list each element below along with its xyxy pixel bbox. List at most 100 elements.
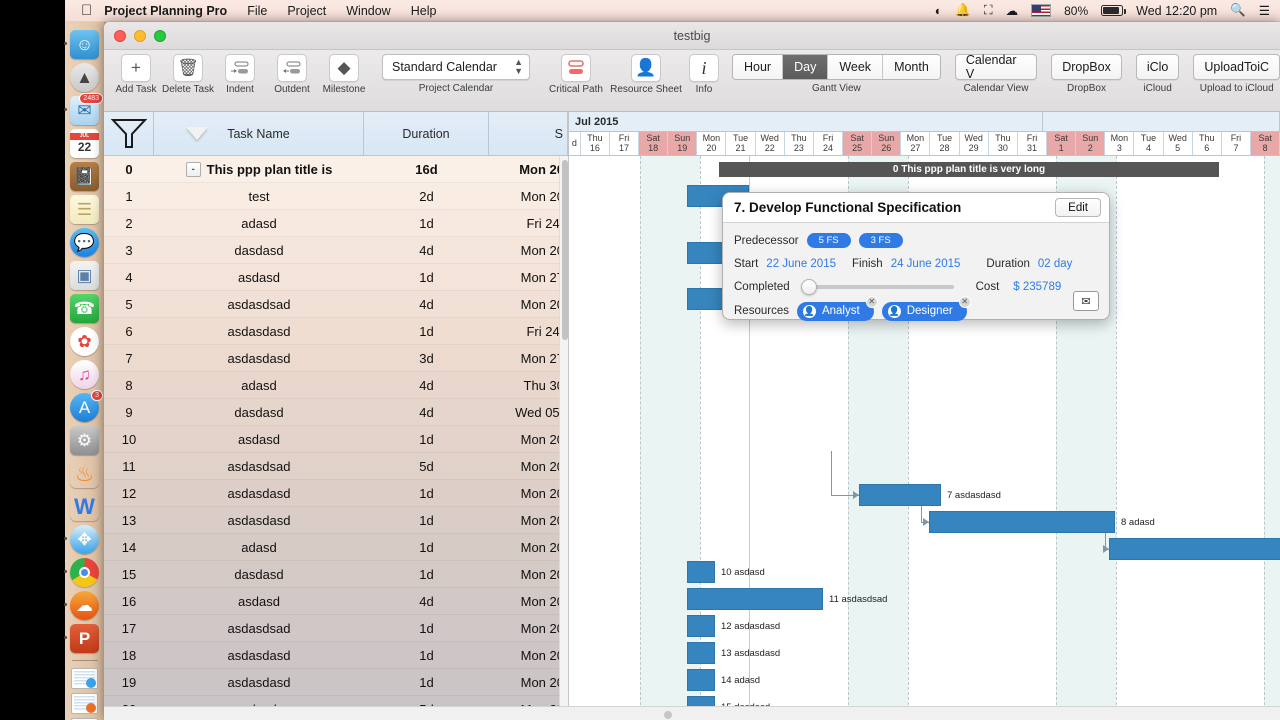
critical-path-button[interactable]: Critical Path [544,54,608,95]
bell-icon[interactable]: 🔔 [955,3,971,18]
milestone-button[interactable]: ◆ Milestone [318,54,370,95]
cost-value[interactable]: $ 235789 [1013,281,1061,293]
row-start[interactable]: Mon 20 [489,183,568,209]
row-task-name[interactable]: asdasd [154,264,364,290]
upload-to-icloud-button[interactable]: UploadToiC [1193,54,1280,80]
table-row[interactable]: 1 test 2d Mon 20 [104,183,568,210]
gantt-day-cell[interactable]: Sun 19 [668,132,698,155]
row-start[interactable]: Mon 20 [489,534,568,560]
row-start[interactable]: Fri 24- [489,318,568,344]
predecessor-pill-2[interactable]: 3 FS [858,233,903,248]
row-start[interactable]: Mon 27 [489,264,568,290]
search-icon[interactable]: 🔍 [1230,3,1246,18]
row-start[interactable]: Thu 30 [489,372,568,398]
menu-item-window[interactable]: Window [346,4,390,18]
gantt-task-bar[interactable] [687,669,715,691]
creative-cloud-icon[interactable]: ◐ [935,4,943,18]
dock-item-contacts[interactable]: 📓 [70,162,99,191]
gantt-task-bar[interactable] [687,588,823,610]
table-row[interactable]: 12 asdasdasd 1d Mon 20 [104,480,568,507]
gantt-day-cell[interactable]: Fri 24 [813,132,844,155]
horizontal-scrollbar[interactable] [104,706,1280,720]
gantt-day-cell[interactable]: Sat 18 [639,132,669,155]
gantt-view-option-hour[interactable]: Hour [733,55,784,79]
gantt-day-cell[interactable]: Tue 21 [726,132,756,155]
filter-funnel-icon[interactable] [104,112,154,155]
table-row[interactable]: 4 asdasd 1d Mon 27 [104,264,568,291]
gantt-day-cell[interactable]: Thu 30 [988,132,1018,155]
row-start[interactable]: Wed 05- [489,399,568,425]
resource-sheet-button[interactable]: 👤 Resource Sheet [608,54,684,95]
row-duration[interactable]: 1d [364,480,489,506]
row-duration[interactable]: 3d [364,345,489,371]
dock-item-system-preferences[interactable]: ⚙ [70,426,99,455]
row-duration[interactable]: 1d [364,426,489,452]
gantt-task-bar[interactable] [687,642,715,664]
airplay-icon[interactable]: ⛶ [984,3,993,18]
dock-item-itunes[interactable]: ♫ [70,360,99,389]
add-task-button[interactable]: + Add Task [110,54,162,95]
gantt-day-cell[interactable]: Wed 22 [755,132,785,155]
battery-icon[interactable] [1101,5,1126,16]
row-duration[interactable]: 2d [364,183,489,209]
table-row[interactable]: 5 asdasdsad 4d Mon 20 [104,291,568,318]
row-start[interactable]: Mon 27 [489,345,568,371]
gantt-day-cell[interactable]: Wed 5 [1163,132,1193,155]
row-task-name[interactable]: - This ppp plan title is [154,156,364,182]
menu-item-help[interactable]: Help [411,4,437,18]
dock-item-finder[interactable]: ☺ [64,30,99,59]
row-task-name[interactable]: test [154,183,364,209]
gantt-day-cell[interactable]: Tue 28 [930,132,960,155]
menu-item-project[interactable]: Project [287,4,326,18]
gantt-task-bar[interactable] [687,561,715,583]
row-duration[interactable]: 1d [364,507,489,533]
resource-pill-analyst[interactable]: 👤 Analyst ✕ [796,295,878,321]
gantt-day-cell[interactable]: Thu 6 [1192,132,1222,155]
dock-minimized-window-2[interactable] [71,693,98,714]
outdent-button[interactable]: Outdent [266,54,318,95]
remove-resource-icon[interactable]: ✕ [958,295,971,308]
indent-button[interactable]: Indent [214,54,266,95]
calendar-view-button[interactable]: Calendar V [954,53,1038,81]
dock-item-safari[interactable]: ✥ [64,525,99,554]
gantt-day-cell[interactable]: Sun 26 [872,132,902,155]
finish-value[interactable]: 24 June 2015 [891,258,961,270]
start-value[interactable]: 22 June 2015 [766,258,836,270]
dropbox-button[interactable]: DropBox [1051,54,1122,80]
row-duration[interactable]: 1d [364,210,489,236]
row-start[interactable]: Mon 20 [489,426,568,452]
gantt-day-cell[interactable]: Sat 1 [1047,132,1077,155]
column-header-start[interactable]: S [489,112,568,155]
dock-item-preview[interactable]: ▣ [70,261,99,290]
row-task-name[interactable]: asdasdsad [154,615,364,641]
row-start[interactable]: Mon 20 [489,588,568,614]
menu-clock[interactable]: Wed 12:20 pm [1136,4,1217,18]
gantt-day-cell[interactable]: Tue 4 [1134,132,1164,155]
gantt-task-bar[interactable] [687,615,715,637]
row-duration[interactable]: 1d [364,669,489,695]
table-row[interactable]: 8 adasd 4d Thu 30 [104,372,568,399]
table-row[interactable]: 11 asdasdsad 5d Mon 20 [104,453,568,480]
mail-resource-icon[interactable]: ✉ [1073,291,1099,311]
dock-item-chrome[interactable] [64,558,99,587]
gantt-task-bar[interactable] [1109,538,1280,560]
list-icon[interactable]: ☰ [1259,3,1270,18]
gantt-day-cell[interactable]: Fri 31 [1017,132,1048,155]
row-start[interactable]: Fri 24- [489,210,568,236]
gantt-view-option-week[interactable]: Week [828,55,884,79]
gantt-view-segmented-control[interactable]: Hour Day Week Month [732,54,941,80]
row-start[interactable]: Mon 20 [489,669,568,695]
remove-resource-icon[interactable]: ✕ [865,295,878,308]
gantt-day-cell[interactable]: Mon 20 [697,132,727,155]
table-row[interactable]: 10 asdasd 1d Mon 20 [104,426,568,453]
icloud-button[interactable]: iClo [1135,54,1180,80]
us-flag-icon[interactable] [1031,4,1052,17]
dock-item-powerpoint[interactable]: P [64,624,99,653]
hscrollbar-thumb[interactable] [664,711,672,719]
gantt-day-cell[interactable]: Mon 3 [1105,132,1135,155]
table-row[interactable]: 19 asdasdasd 1d Mon 20 [104,669,568,696]
menu-item-file[interactable]: File [247,4,267,18]
dock-item-notes[interactable]: ☰ [70,195,99,224]
table-row[interactable]: 17 asdasdsad 1d Mon 20 [104,615,568,642]
table-row[interactable]: 3 dasdasd 4d Mon 20 [104,237,568,264]
